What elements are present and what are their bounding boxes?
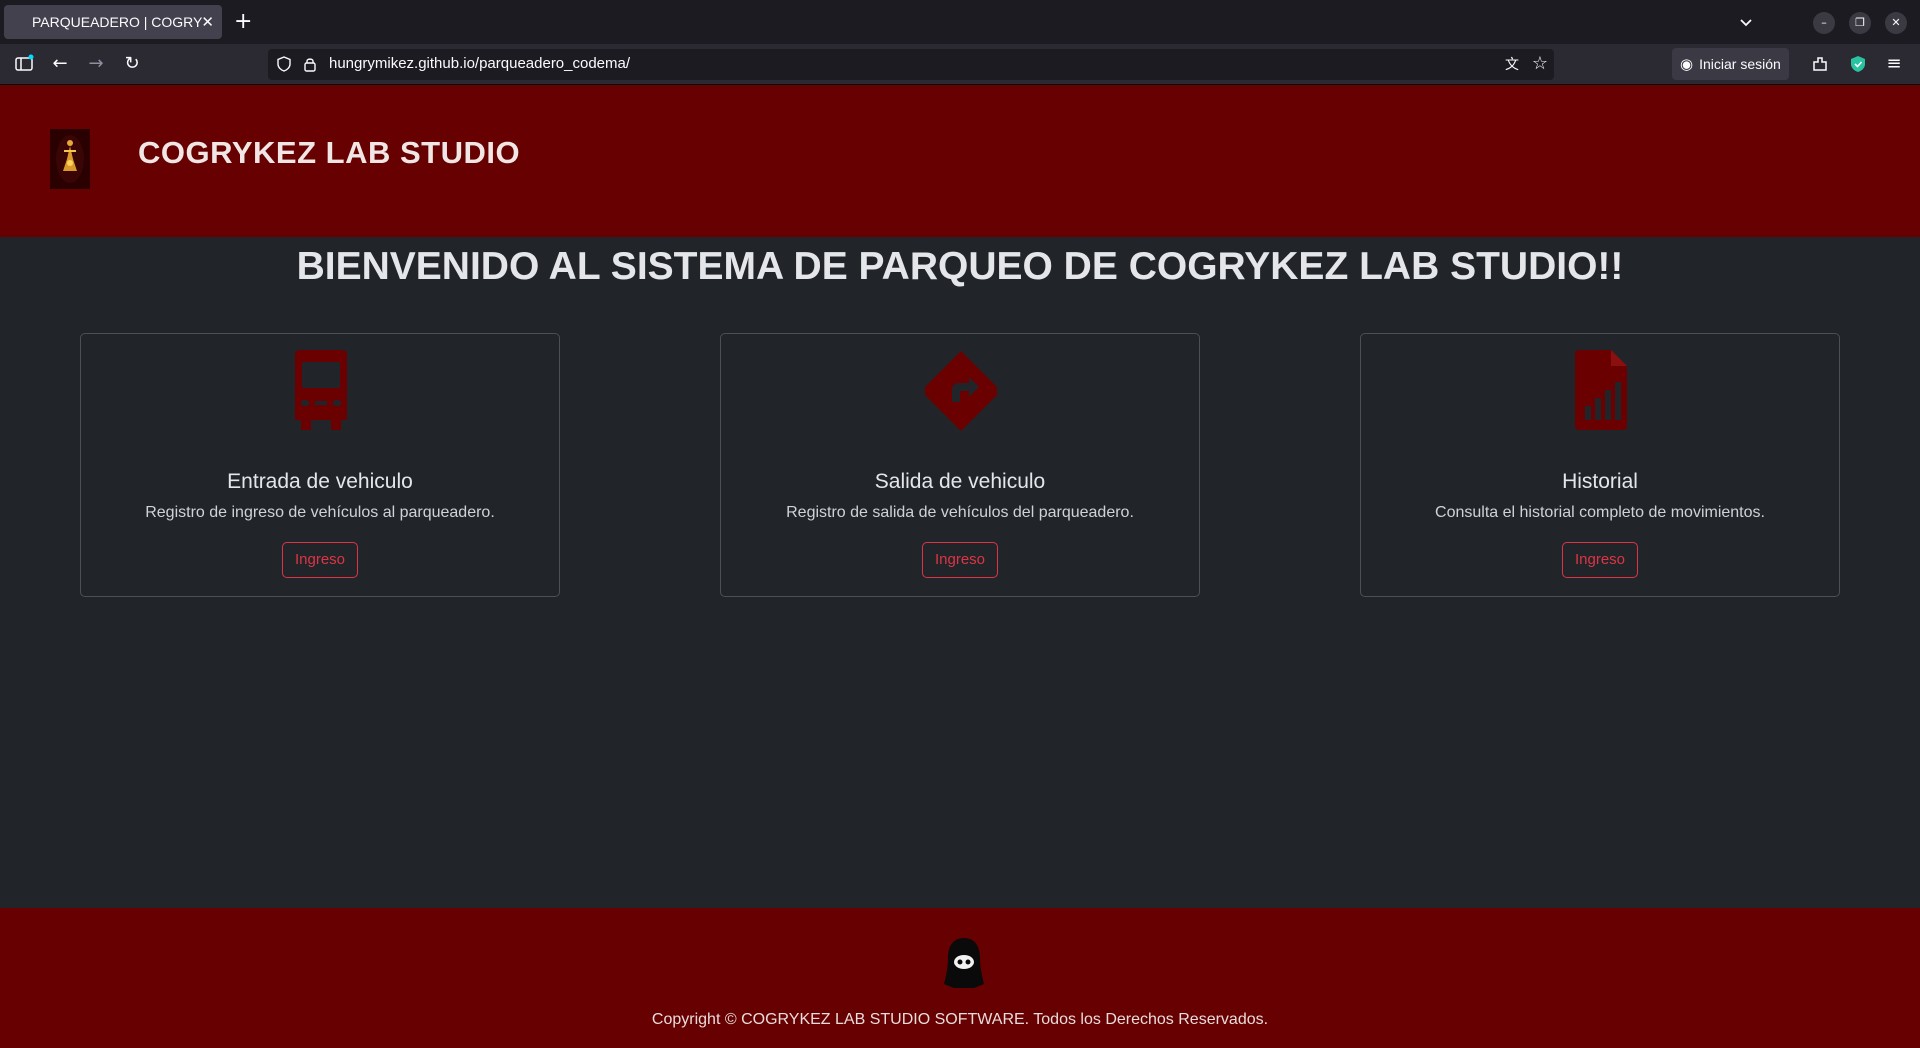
- restore-icon[interactable]: ❐: [1849, 12, 1871, 34]
- browser-tab[interactable]: PARQUEADERO | COGRYKEZ ✕: [4, 5, 222, 39]
- entrada-ingreso-button[interactable]: Ingreso: [281, 542, 359, 578]
- card-title: Historial: [1562, 470, 1638, 493]
- historial-ingreso-button[interactable]: Ingreso: [1561, 542, 1639, 578]
- signin-button[interactable]: ◉ Iniciar sesión: [1672, 48, 1789, 80]
- card-salida: Salida de vehiculo Registro de salida de…: [720, 333, 1200, 597]
- close-window-icon[interactable]: ✕: [1885, 12, 1907, 34]
- vpn-shield-icon[interactable]: [1848, 54, 1868, 74]
- site-header: COGRYKEZ LAB STUDIO: [0, 85, 1920, 237]
- card-title: Salida de vehiculo: [874, 470, 1046, 493]
- card-description: Registro de salida de vehículos del parq…: [786, 504, 1134, 521]
- card-title: Entrada de vehiculo: [227, 470, 413, 493]
- salida-ingreso-button[interactable]: Ingreso: [921, 542, 999, 578]
- browser-nav-bar: ← → ↻ hungrymikez.github.io/parqueadero_…: [0, 44, 1920, 85]
- close-tab-icon[interactable]: ✕: [201, 13, 214, 31]
- sidebar-icon[interactable]: [14, 54, 34, 74]
- back-icon[interactable]: ←: [50, 54, 70, 74]
- page-title: BIENVENIDO AL SISTEMA DE PARQUEO DE COGR…: [296, 245, 1624, 288]
- signin-label: Iniciar sesión: [1699, 56, 1781, 72]
- card-description: Consulta el historial completo de movimi…: [1435, 504, 1765, 521]
- url-text: hungrymikez.github.io/parqueadero_codema…: [329, 55, 631, 72]
- account-icon: ◉: [1680, 56, 1694, 73]
- directions-sign-icon: [925, 351, 997, 431]
- extensions-icon[interactable]: [1810, 54, 1830, 74]
- brand-name[interactable]: COGRYKEZ LAB STUDIO: [138, 135, 520, 171]
- bookmark-star-icon[interactable]: ☆: [1530, 54, 1550, 74]
- tab-title: PARQUEADERO | COGRYKEZ: [32, 14, 202, 30]
- brand-logo-icon[interactable]: [50, 129, 90, 189]
- site-footer: Copyright © COGRYKEZ LAB STUDIO SOFTWARE…: [0, 908, 1920, 1048]
- shield-icon[interactable]: [276, 56, 292, 72]
- minimize-icon[interactable]: –: [1813, 12, 1835, 34]
- forward-icon[interactable]: →: [86, 54, 106, 74]
- copyright-text: Copyright © COGRYKEZ LAB STUDIO SOFTWARE…: [651, 1011, 1269, 1028]
- new-tab-icon[interactable]: +: [234, 9, 252, 35]
- browser-tab-bar: PARQUEADERO | COGRYKEZ ✕ + – ❐ ✕: [0, 0, 1920, 44]
- tab-list-chevron-icon[interactable]: [1736, 12, 1756, 32]
- report-document-icon: [1575, 350, 1627, 430]
- translate-icon[interactable]: 文: [1502, 55, 1522, 75]
- menu-icon[interactable]: ≡: [1884, 54, 1904, 74]
- card-entrada: Entrada de vehiculo Registro de ingreso …: [80, 333, 560, 597]
- lock-icon[interactable]: [302, 56, 318, 72]
- reload-icon[interactable]: ↻: [122, 54, 142, 74]
- address-bar[interactable]: hungrymikez.github.io/parqueadero_codema…: [268, 49, 1554, 80]
- card-description: Registro de ingreso de vehículos al parq…: [145, 504, 495, 521]
- card-historial: Historial Consulta el historial completo…: [1360, 333, 1840, 597]
- bus-icon: [295, 350, 347, 430]
- footer-logo-icon: [944, 938, 984, 988]
